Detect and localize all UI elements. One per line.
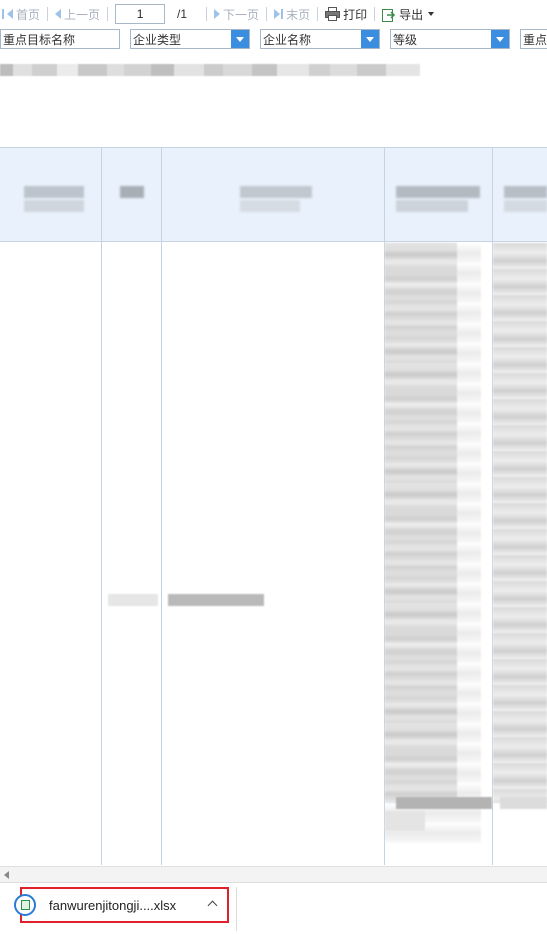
chevron-down-icon [496, 36, 504, 42]
first-page-bar-icon [2, 9, 4, 19]
excel-file-icon [14, 894, 36, 916]
page-number-input[interactable] [115, 4, 166, 24]
target-name-field[interactable]: 重点目标名称 [0, 29, 120, 49]
last-page-bar-icon [281, 9, 284, 19]
first-page-icon [7, 9, 13, 19]
chevron-down-icon [428, 12, 435, 16]
download-file-name: fanwurenjitongji....xlsx [49, 898, 177, 913]
redacted-cell [168, 594, 264, 606]
download-bar: fanwurenjitongji....xlsx [0, 882, 547, 934]
column-header [504, 200, 547, 212]
filter-row: 重点目标名称 企业类型 企业名称 等级 重点 [0, 29, 547, 51]
prev-page-label: 上一页 [64, 7, 101, 22]
first-page-button[interactable]: 首页 [0, 4, 42, 24]
last-page-label: 末页 [286, 7, 311, 22]
prev-page-button[interactable]: 上一页 [53, 4, 102, 24]
toolbar-separator [107, 7, 109, 21]
printer-icon [325, 7, 341, 21]
redacted-cell [385, 811, 425, 831]
column-header [504, 186, 547, 198]
redacted-cell [385, 243, 481, 843]
chevron-up-icon[interactable] [207, 900, 218, 911]
target-name-2-placeholder: 重点 [523, 33, 547, 47]
redacted-cell [493, 243, 547, 803]
redacted-cell [500, 797, 547, 809]
enterprise-name-dropdown-button[interactable] [361, 30, 379, 48]
next-page-label: 下一页 [223, 7, 260, 22]
export-button[interactable]: 导出 [380, 4, 436, 24]
toolbar-separator [374, 7, 376, 21]
enterprise-type-dropdown-button[interactable] [231, 30, 249, 48]
print-button[interactable]: 打印 [323, 4, 369, 24]
enterprise-name-select[interactable]: 企业名称 [260, 29, 380, 49]
pagination-toolbar: 首页 上一页 /1 下一页 末页 打印 导出 [0, 0, 547, 28]
last-page-button[interactable]: 末页 [272, 4, 312, 24]
enterprise-name-placeholder: 企业名称 [263, 33, 312, 47]
scroll-left-icon[interactable] [4, 871, 9, 879]
column-header [24, 186, 84, 198]
toolbar-separator [266, 7, 268, 21]
grade-placeholder: 等级 [393, 33, 418, 47]
enterprise-type-placeholder: 企业类型 [133, 33, 182, 47]
chevron-down-icon [236, 36, 244, 42]
grade-select[interactable]: 等级 [390, 29, 510, 49]
toolbar-separator [317, 7, 319, 21]
column-header [396, 186, 480, 198]
table-header [0, 147, 547, 242]
target-name-field-2[interactable]: 重点 [520, 29, 547, 49]
column-divider [161, 147, 162, 865]
data-table [0, 147, 547, 865]
chevron-down-icon [366, 36, 374, 42]
toolbar-separator [47, 7, 49, 21]
first-page-label: 首页 [16, 7, 41, 22]
toolbar-separator [206, 7, 208, 21]
enterprise-type-select[interactable]: 企业类型 [130, 29, 250, 49]
download-divider [236, 887, 237, 931]
export-icon [382, 8, 396, 22]
target-name-placeholder: 重点目标名称 [3, 33, 76, 47]
prev-page-icon [55, 9, 62, 19]
redacted-cell [108, 594, 158, 606]
column-header [240, 200, 300, 212]
page-total: /1 [177, 7, 188, 21]
column-header [396, 200, 468, 212]
redacted-filter-summary [0, 62, 421, 78]
print-label: 打印 [343, 7, 368, 22]
download-item[interactable]: fanwurenjitongji....xlsx [14, 887, 229, 923]
column-divider [101, 147, 102, 865]
column-header [120, 186, 144, 198]
horizontal-scrollbar[interactable] [0, 866, 547, 882]
grade-dropdown-button[interactable] [491, 30, 509, 48]
column-header [240, 186, 312, 198]
export-label: 导出 [399, 7, 424, 22]
last-page-icon [274, 9, 281, 19]
redacted-cell [396, 797, 492, 809]
next-page-button[interactable]: 下一页 [212, 4, 261, 24]
column-header [24, 200, 84, 212]
next-page-icon [214, 9, 221, 19]
